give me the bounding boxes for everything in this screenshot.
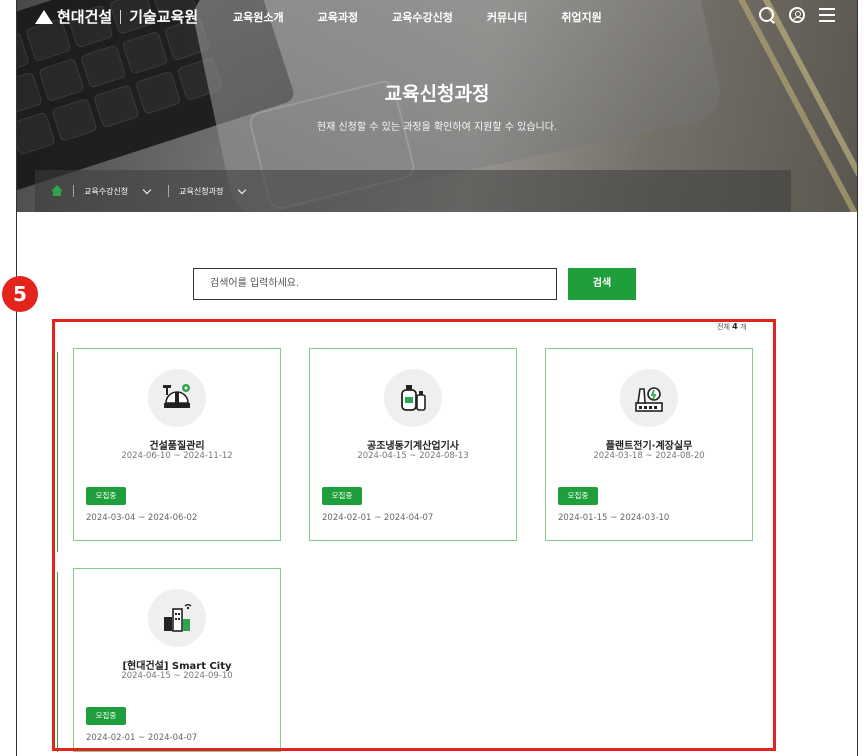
breadcrumb-item-enroll[interactable]: 교육수강신청: [84, 185, 158, 197]
total-count: 전체 4 개: [717, 322, 747, 331]
chevron-down-icon: [238, 185, 247, 194]
nav-item-community[interactable]: 커뮤니티: [487, 9, 527, 25]
course-period: 2024-04-15 ~ 2024-08-13: [357, 451, 469, 461]
course-name[interactable]: 공조냉동기계산업기사: [310, 437, 516, 452]
annotation-marker: 5: [2, 276, 38, 312]
course-card[interactable]: 건설품질관리 2024-06-10 ~ 2024-11-12 모집중 2024-…: [73, 348, 281, 541]
apply-period: 2024-02-01 ~ 2024-04-07: [86, 733, 198, 743]
course-period: 2024-06-10 ~ 2024-11-12: [121, 451, 233, 461]
nav-item-enroll[interactable]: 교육수강신청: [392, 9, 453, 25]
header-icons: [759, 7, 835, 23]
search-icon[interactable]: [759, 7, 775, 23]
apply-period: 2024-03-04 ~ 2024-06-02: [86, 513, 198, 523]
apply-period: 2024-01-15 ~ 2024-03-10: [558, 513, 670, 523]
search-input[interactable]: 검색어를 입력하세요.: [193, 268, 557, 300]
user-icon[interactable]: [789, 7, 805, 23]
course-name[interactable]: 플랜트전기·계장실무: [546, 437, 752, 452]
site-logo[interactable]: 현대건설 기술교육원: [35, 6, 198, 27]
course-period: 2024-03-18 ~ 2024-08-20: [593, 451, 705, 461]
main-nav: 교육원소개 교육과정 교육수강신청 커뮤니티 취업지원: [233, 9, 636, 25]
course-card[interactable]: [현대건설] Smart City 2024-04-15 ~ 2024-09-1…: [73, 568, 281, 752]
home-icon[interactable]: [51, 185, 63, 197]
smart-city-icon: [148, 589, 206, 647]
status-badge: 모집중: [86, 707, 126, 725]
top-navigation: 현대건설 기술교육원 교육원소개 교육과정 교육수강신청 커뮤니티 취업지원: [17, 0, 857, 34]
logo-division: 기술교육원: [129, 8, 199, 26]
logo-triangle-icon: [35, 9, 53, 24]
apply-period: 2024-02-01 ~ 2024-04-07: [322, 513, 434, 523]
menu-icon[interactable]: [819, 8, 835, 22]
breadcrumb-item-course-list[interactable]: 교육신청과정: [179, 185, 253, 197]
construction-quality-icon: [148, 369, 206, 427]
nav-item-about[interactable]: 교육원소개: [233, 9, 284, 25]
course-name[interactable]: [현대건설] Smart City: [74, 657, 280, 672]
course-card[interactable]: 공조냉동기계산업기사 2024-04-15 ~ 2024-08-13 모집중 2…: [309, 348, 517, 541]
hero-banner: 현대건설 기술교육원 교육원소개 교육과정 교육수강신청 커뮤니티 취업지원 교…: [17, 0, 857, 212]
search-button[interactable]: 검색: [568, 268, 636, 300]
course-card[interactable]: 플랜트전기·계장실무 2024-03-18 ~ 2024-08-20 모집중 2…: [545, 348, 753, 541]
nav-item-courses[interactable]: 교육과정: [318, 9, 358, 25]
course-name[interactable]: 건설품질관리: [74, 437, 280, 452]
nav-item-jobs[interactable]: 취업지원: [561, 9, 601, 25]
course-period: 2024-04-15 ~ 2024-09-10: [121, 671, 233, 681]
page-frame: 현대건설 기술교육원 교육원소개 교육과정 교육수강신청 커뮤니티 취업지원 교…: [16, 0, 858, 756]
chevron-down-icon: [142, 185, 152, 194]
logo-company: 현대건설: [57, 8, 113, 26]
breadcrumb: 교육수강신청 교육신청과정: [35, 170, 791, 212]
plant-electric-icon: [620, 369, 678, 427]
page-title: 교육신청과정: [384, 83, 490, 105]
status-badge: 모집중: [86, 487, 126, 505]
status-badge: 모집중: [558, 487, 598, 505]
refrigeration-equipment-icon: [384, 369, 442, 427]
page-subtitle: 현재 신청할 수 있는 과정을 확인하여 지원할 수 있습니다.: [316, 122, 558, 133]
status-badge: 모집중: [322, 487, 362, 505]
